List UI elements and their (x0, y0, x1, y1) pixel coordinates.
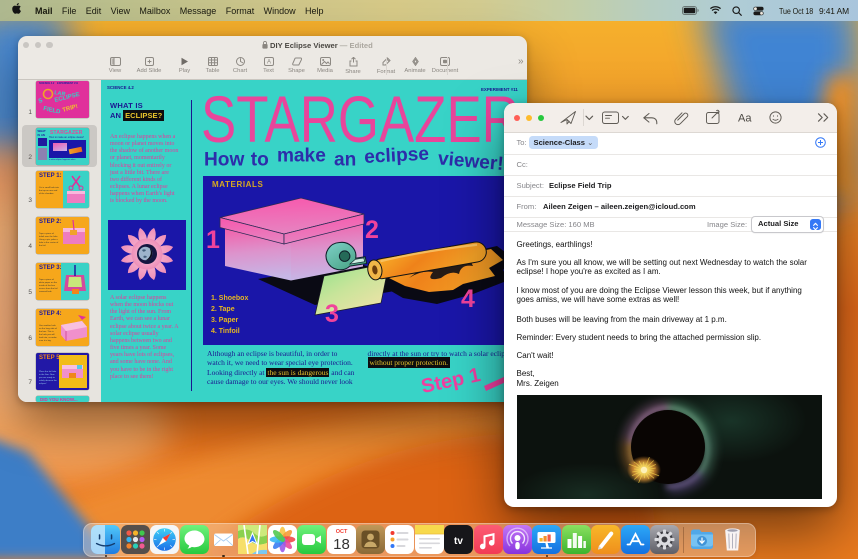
svg-text:FIELD: FIELD (43, 106, 62, 116)
svg-text:A: A (266, 59, 270, 65)
svg-text:tv: tv (454, 536, 463, 547)
svg-text:18: 18 (333, 536, 350, 553)
svg-text:2: 2 (365, 216, 379, 244)
svg-text:S: S (38, 98, 44, 105)
svg-text:1: 1 (206, 226, 220, 254)
svg-text:4: 4 (461, 285, 475, 313)
svg-text:Aa: Aa (738, 113, 752, 125)
svg-text:TRIP!: TRIP! (62, 104, 79, 114)
svg-text:OCT: OCT (335, 529, 347, 535)
svg-text:3: 3 (325, 300, 339, 328)
